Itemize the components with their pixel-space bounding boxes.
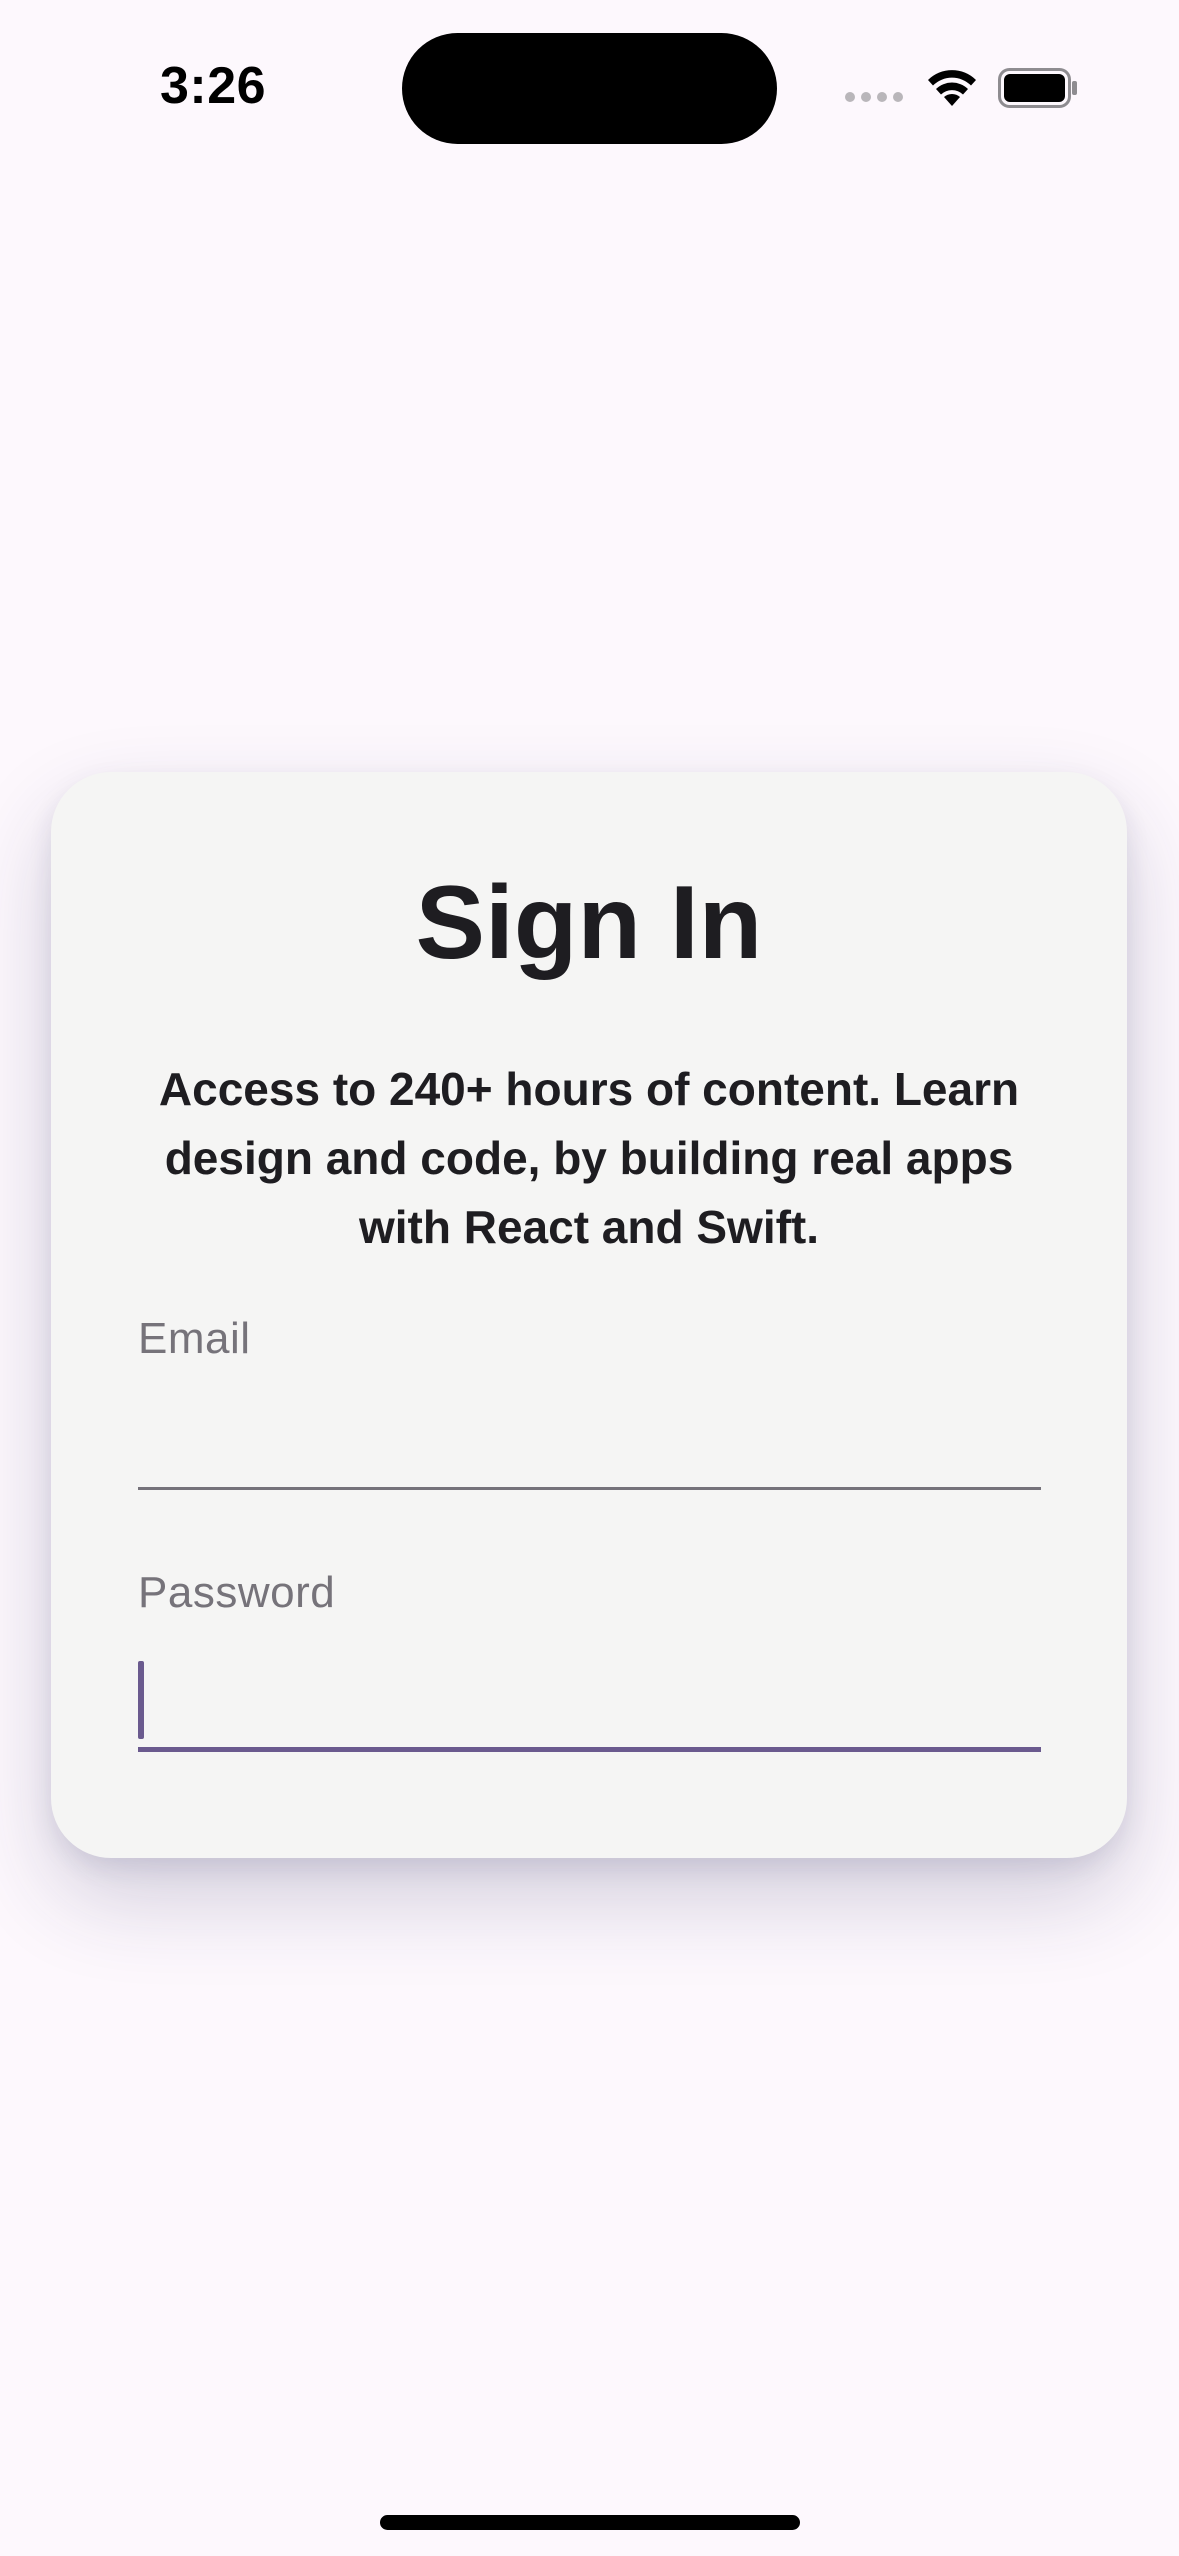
email-label: Email [138, 1314, 251, 1363]
password-label: Password [138, 1568, 336, 1617]
status-time: 3:26 [160, 57, 267, 115]
battery-icon [998, 68, 1077, 108]
subtitle: Access to 240+ hours of content. Learn d… [158, 1063, 1020, 1253]
text-cursor [138, 1661, 144, 1739]
password-field[interactable] [138, 1657, 1041, 1752]
email-field[interactable] [138, 1397, 1041, 1490]
sign-in-card: Sign In Access to 240+ hours of content.… [51, 772, 1127, 1858]
dynamic-island [402, 33, 777, 144]
wifi-icon [928, 70, 976, 106]
page-title: Sign In [415, 865, 763, 981]
cellular-signal-icon [845, 92, 903, 102]
home-indicator[interactable] [380, 2515, 800, 2530]
